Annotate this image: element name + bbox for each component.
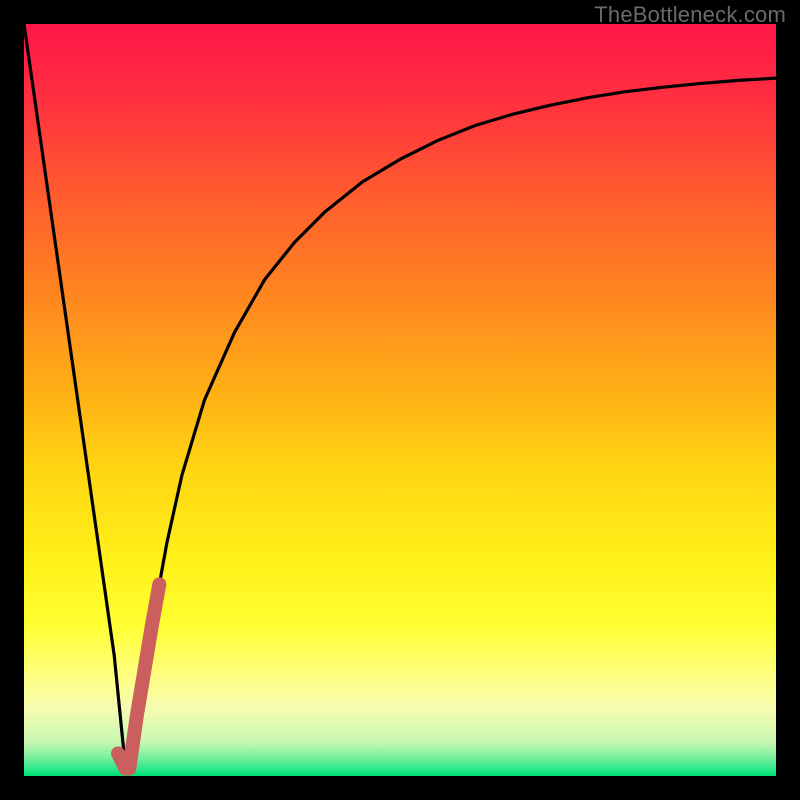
plot-area — [24, 24, 776, 776]
watermark-text: TheBottleneck.com — [594, 2, 786, 28]
chart-svg — [24, 24, 776, 776]
gradient-background — [24, 24, 776, 776]
chart-frame: TheBottleneck.com — [0, 0, 800, 800]
